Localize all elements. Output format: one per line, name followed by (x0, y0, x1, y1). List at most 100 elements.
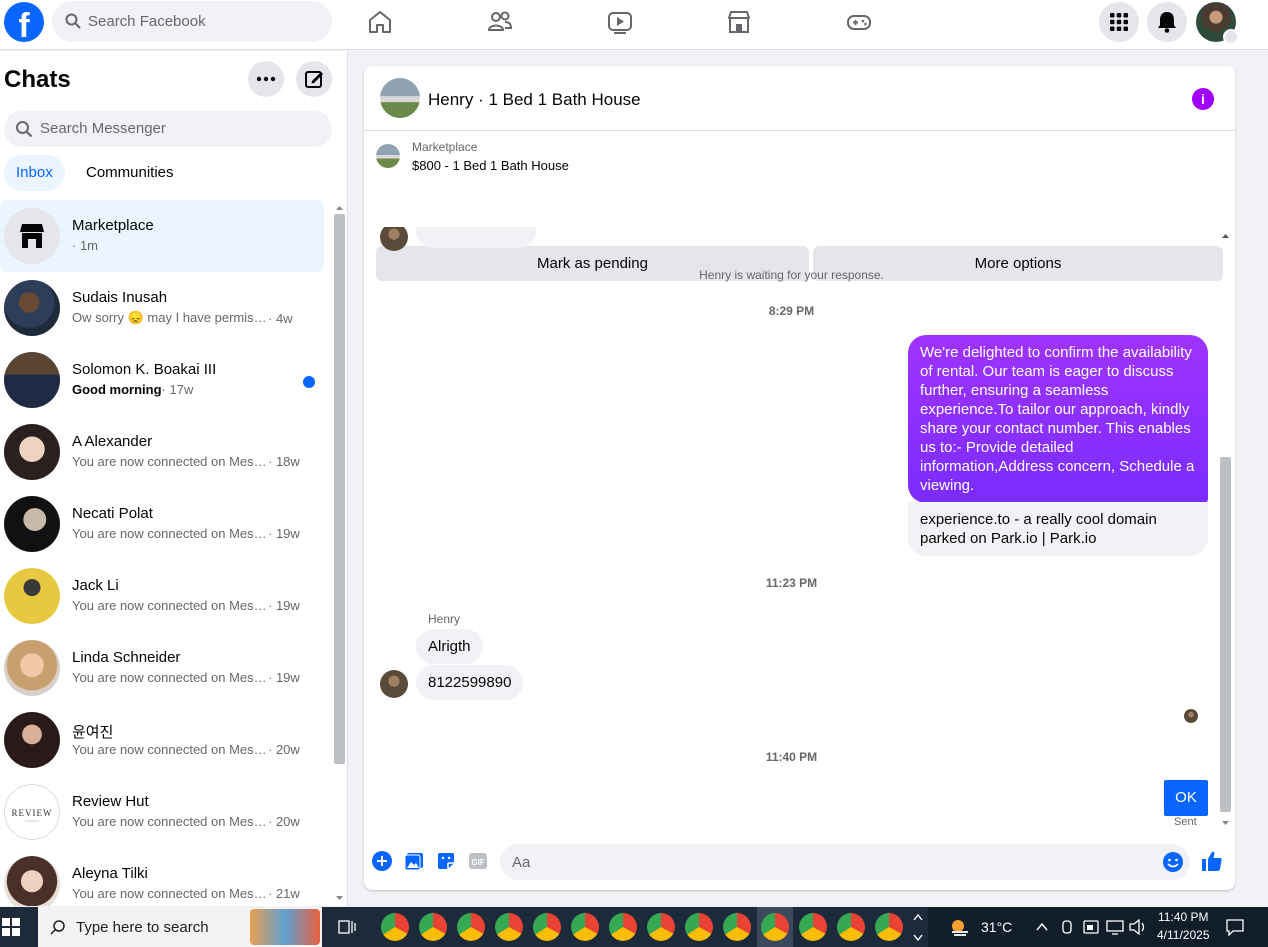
chat-avatar: REVIEW (4, 784, 60, 840)
message-input-box[interactable] (500, 844, 1190, 880)
chat-name: Marketplace (72, 217, 154, 234)
chat-item-yoon-yeojin[interactable]: 윤여진 You are now connected on Messenger· … (0, 704, 324, 776)
marketplace-icon[interactable] (725, 8, 753, 36)
outgoing-message-bubble[interactable]: We're delighted to confirm the availabil… (908, 335, 1208, 503)
marketplace-listing-bar: Marketplace $800 - 1 Bed 1 Bath House Ma… (364, 132, 1235, 281)
chat-item-linda-schneider[interactable]: Linda Schneider You are now connected on… (0, 632, 324, 704)
link-preview-card[interactable]: experience.to - a really cool domain par… (908, 502, 1208, 556)
chrome-taskbar-icon[interactable] (609, 913, 637, 941)
photo-icon[interactable] (403, 850, 425, 872)
chat-item-sudais-inusah[interactable]: Sudais Inusah Ow sorry 😞 may I have perm… (0, 272, 324, 344)
chat-item-solomon-boakai[interactable]: Solomon K. Boakai III Good morning· 17w (0, 344, 324, 416)
chrome-taskbar-icon-active[interactable] (761, 913, 789, 941)
listing-title[interactable]: $800 - 1 Bed 1 Bath House (412, 158, 569, 173)
watch-icon[interactable] (606, 8, 634, 36)
chat-time: · 17w (161, 382, 194, 397)
emoji-icon[interactable] (1162, 851, 1184, 873)
chat-name: Necati Polat (72, 505, 153, 522)
weather-icon[interactable] (948, 916, 972, 938)
app-tray-icon[interactable] (1083, 919, 1099, 935)
conversation-panel: Henry · 1 Bed 1 Bath House i Marketplace… (364, 66, 1235, 890)
chat-avatar (4, 496, 60, 552)
weather-temperature[interactable]: 31°C (981, 919, 1012, 935)
incoming-message-bubble[interactable]: Alrigth (416, 629, 483, 664)
message-input[interactable] (512, 844, 1132, 880)
thumbs-up-icon[interactable] (1200, 849, 1224, 873)
chat-time: · 20w (268, 742, 300, 757)
clock-time[interactable]: 11:40 PM (1158, 910, 1208, 924)
gaming-icon[interactable] (845, 8, 873, 36)
info-icon[interactable]: i (1192, 88, 1214, 110)
gif-icon[interactable]: GIF (467, 850, 489, 872)
chat-item-a-alexander[interactable]: A Alexander You are now connected on Mes… (0, 416, 324, 488)
chevron-down-icon (1223, 29, 1239, 45)
taskbar-search-placeholder: Type here to search (76, 919, 209, 936)
new-message-button[interactable] (296, 61, 332, 97)
chat-item-review-hut[interactable]: REVIEW Review Hut You are now connected … (0, 776, 324, 848)
chat-item-marketplace[interactable]: Marketplace · 1m (0, 200, 324, 272)
task-view-icon[interactable] (338, 918, 356, 936)
chrome-taskbar-icon[interactable] (647, 913, 675, 941)
chat-preview: You are now connected on Messenger (72, 670, 268, 685)
chrome-taskbar-icon[interactable] (799, 913, 827, 941)
chrome-taskbar-icon[interactable] (837, 913, 865, 941)
plus-circle-icon[interactable] (371, 850, 393, 872)
conversation-avatar[interactable] (380, 78, 420, 118)
chrome-taskbar-icon[interactable] (381, 913, 409, 941)
chrome-taskbar-icon[interactable] (571, 913, 599, 941)
volume-icon[interactable] (1129, 919, 1147, 935)
chat-time: · 18w (268, 454, 300, 469)
tab-inbox[interactable]: Inbox (4, 155, 65, 191)
messenger-search-input[interactable]: Search Messenger (4, 111, 332, 147)
account-profile-avatar[interactable] (1196, 2, 1239, 45)
network-icon[interactable] (1106, 919, 1124, 935)
chat-item-necati-polat[interactable]: Necati Polat You are now connected on Me… (0, 488, 324, 560)
chrome-taskbar-icon[interactable] (457, 913, 485, 941)
taskbar-search-box[interactable]: Type here to search (38, 907, 322, 947)
incoming-message-bubble[interactable]: 8122599890 (416, 665, 524, 700)
chrome-taskbar-icon[interactable] (875, 913, 903, 941)
chat-item-aleyna-tilki[interactable]: Aleyna Tilki You are now connected on Me… (0, 848, 324, 906)
taskbar-overflow-arrows-icon[interactable] (911, 911, 925, 943)
chat-list-scrollbar[interactable] (332, 201, 347, 906)
tab-communities[interactable]: Communities (74, 155, 186, 191)
search-icon (65, 13, 81, 29)
chats-title: Chats (4, 66, 71, 93)
outgoing-message-bubble[interactable]: OK (1164, 780, 1208, 816)
chat-preview-row: You are now connected on Messenger· 20w (72, 742, 300, 757)
chrome-taskbar-icon[interactable] (495, 913, 523, 941)
chat-time: · 19w (268, 526, 300, 541)
chrome-taskbar-icon[interactable] (723, 913, 751, 941)
friends-icon[interactable] (486, 8, 514, 36)
conversation-title[interactable]: Henry · 1 Bed 1 Bath House (428, 90, 641, 110)
chat-name: Aleyna Tilki (72, 865, 148, 882)
notifications-button[interactable] (1147, 2, 1187, 42)
bell-icon (1158, 12, 1176, 33)
scroll-down-arrow-icon (1222, 821, 1229, 825)
henry-avatar (380, 227, 408, 251)
menu-button[interactable] (1099, 2, 1139, 42)
chevron-up-icon[interactable] (1035, 921, 1049, 933)
chat-preview: Good morning (72, 382, 162, 397)
chrome-taskbar-icon[interactable] (419, 913, 447, 941)
chat-preview-row: You are now connected on Messenger· 21w (72, 886, 300, 901)
clock-date[interactable]: 4/11/2025 (1157, 928, 1210, 942)
facebook-search-box[interactable]: Search Facebook (52, 1, 332, 42)
chrome-taskbar-icon[interactable] (533, 913, 561, 941)
chat-avatar (4, 640, 60, 696)
listing-thumbnail[interactable] (376, 144, 400, 168)
conversation-scroll-thumb[interactable] (1220, 457, 1231, 812)
meet-now-icon[interactable] (1060, 919, 1074, 935)
conversation-header: Henry · 1 Bed 1 Bath House i (364, 66, 1235, 131)
home-icon[interactable] (366, 8, 394, 36)
chat-options-button[interactable] (248, 61, 284, 97)
facebook-logo[interactable]: f (4, 2, 44, 42)
chat-item-jack-li[interactable]: Jack Li You are now connected on Messeng… (0, 560, 324, 632)
chat-preview: You are now connected on Messenger (72, 814, 268, 829)
windows-start-icon[interactable] (2, 918, 20, 936)
chat-list-scroll-thumb[interactable] (334, 214, 345, 764)
sticker-icon[interactable] (435, 850, 457, 872)
conversation-scrollbar[interactable] (1218, 229, 1233, 832)
notification-center-icon[interactable] (1226, 918, 1244, 936)
chrome-taskbar-icon[interactable] (685, 913, 713, 941)
